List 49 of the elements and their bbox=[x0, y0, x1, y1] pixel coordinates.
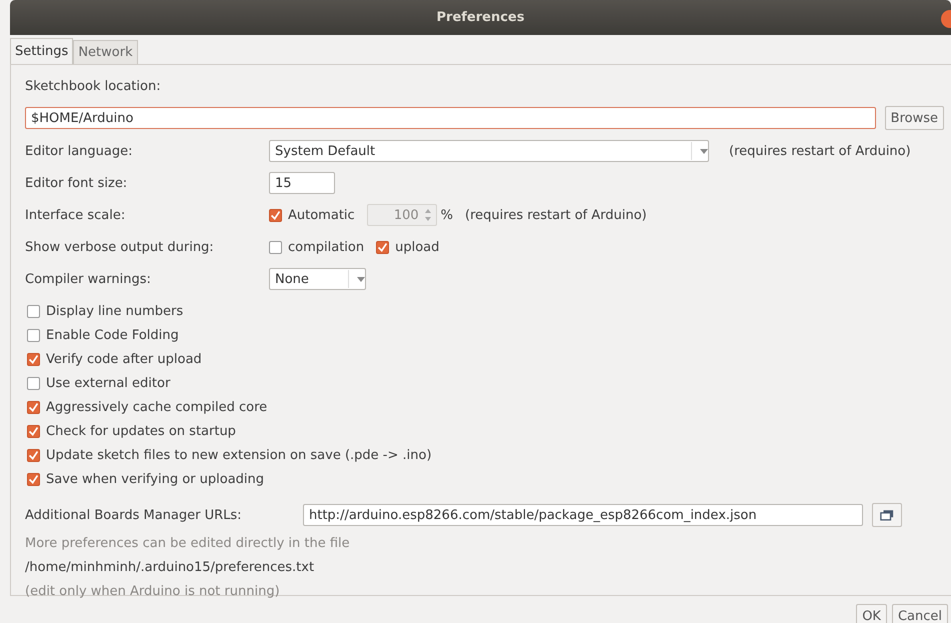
checkbox-label: Use external editor bbox=[46, 376, 170, 390]
note: (edit only when Arduino is not running) bbox=[25, 582, 281, 600]
note: (requires restart of Arduino) bbox=[729, 144, 911, 158]
checkbox[interactable] bbox=[27, 448, 40, 462]
field-label: Editor language: bbox=[25, 144, 134, 158]
checkbox[interactable] bbox=[27, 400, 40, 414]
note: /home/minhminh/.arduino15/preferences.txt bbox=[25, 558, 316, 576]
checkbox[interactable] bbox=[269, 240, 282, 254]
dialog-button[interactable]: Cancel bbox=[892, 604, 948, 623]
dropdown[interactable]: System Default bbox=[269, 140, 709, 162]
note: More preferences can be edited directly in the file bbox=[25, 534, 351, 552]
checkbox[interactable] bbox=[27, 376, 40, 390]
checkbox[interactable] bbox=[27, 304, 40, 318]
checkbox[interactable] bbox=[27, 352, 40, 366]
checkbox-label: Display line numbers bbox=[46, 304, 184, 318]
window-title: Preferences bbox=[436, 10, 524, 25]
field-label: Additional Boards Manager URLs: bbox=[25, 508, 243, 522]
checkbox[interactable] bbox=[269, 208, 282, 222]
field-label: Interface scale: bbox=[25, 208, 126, 222]
checkbox-label: compilation bbox=[288, 240, 364, 254]
dialog-button[interactable]: OK bbox=[856, 604, 887, 623]
tab[interactable]: Network bbox=[73, 40, 138, 64]
input-field[interactable]: http://arduino.esp8266.com/stable/package_esp8266com_index.json bbox=[303, 504, 863, 526]
checkbox-label: Save when verifying or uploading bbox=[46, 472, 264, 486]
field-label: Editor font size: bbox=[25, 176, 128, 190]
checkbox-label: Enable Code Folding bbox=[46, 328, 179, 342]
checkbox-label: Automatic bbox=[288, 208, 355, 222]
checkbox[interactable] bbox=[27, 472, 40, 486]
checkbox-label: Check for updates on startup bbox=[46, 424, 236, 438]
browse-button[interactable]: Browse bbox=[884, 106, 944, 130]
checkbox-label: Verify code after upload bbox=[46, 352, 202, 366]
tab[interactable]: Settings bbox=[10, 38, 74, 64]
window-icon[interactable] bbox=[872, 503, 902, 527]
checkbox-label: Aggressively cache compiled core bbox=[46, 400, 268, 414]
note: (requires restart of Arduino) bbox=[465, 208, 647, 222]
checkbox-label: upload bbox=[395, 240, 440, 254]
dropdown[interactable]: None bbox=[269, 268, 366, 290]
field-label: Compiler warnings: bbox=[25, 272, 152, 286]
checkbox[interactable] bbox=[27, 424, 40, 438]
field-label: Show verbose output during: bbox=[25, 240, 215, 254]
checkbox-label: Update sketch files to new extension on save (.pde -> .ino) bbox=[46, 448, 432, 462]
input-field[interactable]: 15 bbox=[269, 172, 335, 194]
checkbox[interactable] bbox=[376, 240, 390, 254]
unit-label: % bbox=[440, 208, 454, 222]
caret-icon bbox=[357, 276, 365, 282]
field-label: Sketchbook location: bbox=[25, 79, 162, 96]
caret-icon bbox=[700, 148, 708, 154]
input-field[interactable]: $HOME/Arduino bbox=[25, 107, 876, 129]
checkbox[interactable] bbox=[27, 328, 40, 342]
